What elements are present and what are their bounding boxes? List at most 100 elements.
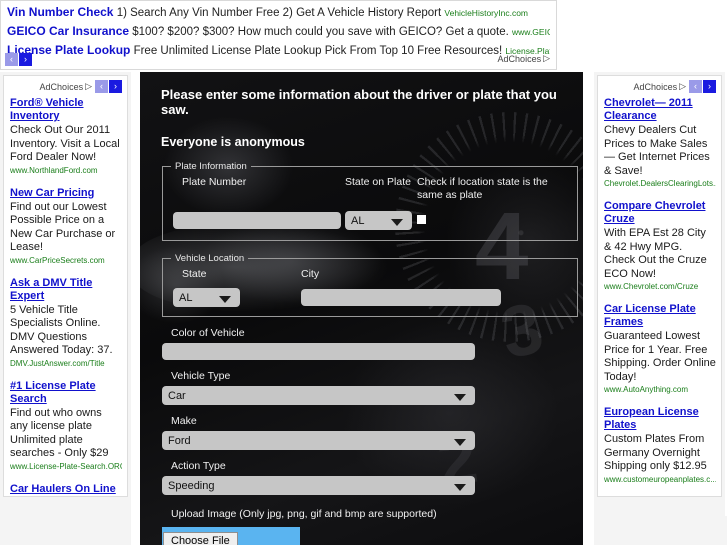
location-state-label: State [182,268,207,280]
chevron-right-icon[interactable]: › [19,53,32,66]
sidebar-ad-item[interactable]: European License Plates Custom Plates Fr… [604,406,716,485]
sidebar-ad-title[interactable]: New Car Pricing [10,187,122,200]
vehicle-location-legend: Vehicle Location [175,253,245,264]
sidebar-ad-description: Ship your vehicle all over the US Save U… [10,497,122,498]
sidebar-ad-description: Find out our Lowest Possible Price on a … [10,200,116,254]
chevron-right-icon[interactable]: › [109,80,122,93]
top-ad-url[interactable]: www.GEICO.com [512,27,550,37]
vehicle-type-value: Car [168,389,186,402]
ad-carousel-nav: ‹ › [689,80,716,93]
sidebar-ad-url[interactable]: www.NorthlandFord.com [10,165,122,176]
adchoices-icon: ▷ [543,53,550,63]
sidebar-ad-title[interactable]: Chevrolet— 2011 Clearance [604,97,716,123]
sidebar-ad-url[interactable]: www.CarPriceSecrets.com [10,255,122,266]
form-content: Please enter some information about the … [140,87,583,545]
sidebar-ad-item[interactable]: New Car Pricing Find out our Lowest Poss… [10,187,122,266]
right-sidebar-footer-strip [594,516,727,545]
adchoices-icon: ▷ [679,81,686,91]
sidebar-ad-url[interactable]: www.customeuropeanplates.c... [604,474,716,485]
upload-image-label: Upload Image (Only jpg, png, gif and bmp… [171,508,437,520]
file-input-row[interactable]: Choose File [162,527,300,545]
choose-file-button[interactable]: Choose File [163,531,238,545]
top-ad-controls: ‹ › AdChoices ▷ [1,53,556,67]
sidebar-ad-item[interactable]: Compare Chevrolet Cruze With EPA Est 28 … [604,200,716,292]
top-ad-banner: Vin Number Check 1) Search Any Vin Numbe… [0,0,557,70]
chevron-left-icon[interactable]: ‹ [5,53,18,66]
sidebar-ad-title[interactable]: Car Haulers On Line [10,483,122,496]
state-on-plate-select[interactable]: AL [345,211,412,230]
sidebar-ad-url[interactable]: www.AutoAnything.com [604,384,716,395]
sidebar-ad-title[interactable]: Compare Chevrolet Cruze [604,200,716,226]
adchoices-link[interactable]: AdChoices ▷ [634,81,686,92]
plate-information-legend: Plate Information [175,161,247,172]
location-state-select[interactable]: AL [173,288,240,307]
vehicle-type-label: Vehicle Type [171,370,231,382]
top-ad-item[interactable]: GEICO Car Insurance $100? $200? $300? Ho… [7,24,550,40]
sidebar-ad-url[interactable]: www.License-Plate-Search.ORG [10,461,122,472]
chevron-down-icon [454,393,466,401]
sidebar-ad-item[interactable]: Chevrolet— 2011 Clearance Chevy Dealers … [604,97,716,189]
action-type-value: Speeding [168,479,215,492]
sidebar-ad-description: Guaranteed Lowest Price for 1 Year. Free… [604,330,716,383]
top-ad-title[interactable]: GEICO Car Insurance [7,24,129,38]
adchoices-label: AdChoices [39,81,84,92]
adchoices-link[interactable]: AdChoices ▷ [40,81,92,92]
left-ad-list: AdChoices ▷ ‹ › Ford® Vehicle Inventory … [3,75,128,497]
location-city-label: City [301,268,320,280]
sidebar-ad-title[interactable]: Sell Your Car Fast & Easy [604,496,716,497]
sidebar-ad-item[interactable]: Ford® Vehicle Inventory Check Out Our 20… [10,97,122,176]
top-ad-url[interactable]: VehicleHistoryInc.com [444,8,528,18]
sidebar-ad-description: With EPA Est 28 City & 42 Hwy MPG. Check… [604,227,707,280]
sidebar-ad-title[interactable]: European License Plates [604,406,716,432]
chevron-right-icon[interactable]: › [703,80,716,93]
right-ad-sidebar: AdChoices ▷ ‹ › Chevrolet— 2011 Clearanc… [594,72,725,545]
adchoices-label: AdChoices [497,53,542,64]
plate-information-fieldset: Plate Information Plate Number State on … [162,161,578,241]
sidebar-ad-item[interactable]: Car License Plate Frames Guaranteed Lowe… [604,303,716,395]
form-subheadline: Everyone is anonymous [161,135,305,149]
sidebar-ad-item[interactable]: Ask a DMV Title Expert 5 Vehicle Title S… [10,277,122,369]
report-form-panel: 4 3 2 Please enter some information abou… [140,72,583,545]
form-headline: Please enter some information about the … [161,87,557,117]
plate-number-input[interactable] [173,212,341,229]
chevron-down-icon [454,483,466,491]
location-city-input[interactable] [301,289,501,306]
sidebar-ad-title[interactable]: #1 License Plate Search [10,380,122,406]
action-type-field: Action Type Speeding [162,460,583,495]
state-on-plate-value: AL [351,214,365,227]
sidebar-ad-item[interactable]: Sell Your Car Fast & Easy Get A Free, No… [604,496,716,497]
sidebar-ad-item[interactable]: #1 License Plate Search Find out who own… [10,380,122,472]
state-on-plate-label: State on Plate [345,176,411,188]
chevron-left-icon[interactable]: ‹ [689,80,702,93]
ad-carousel-nav: ‹ › [95,80,122,93]
plate-number-label: Plate Number [182,176,247,188]
adchoices-icon: ▷ [85,81,92,91]
sidebar-ad-description: Find out who owns any license plate Unli… [10,406,109,460]
adchoices-link[interactable]: AdChoices ▷ [498,53,550,64]
right-ad-list: AdChoices ▷ ‹ › Chevrolet— 2011 Clearanc… [597,75,722,497]
make-select[interactable]: Ford [162,431,475,450]
upload-image-field: Upload Image (Only jpg, png, gif and bmp… [162,508,583,545]
top-ad-title[interactable]: Vin Number Check [7,5,113,19]
sidebar-ad-url[interactable]: Chevrolet.DealersClearingLots... [604,178,716,189]
location-state-value: AL [179,291,193,304]
chevron-left-icon[interactable]: ‹ [95,80,108,93]
same-state-checkbox[interactable] [417,215,426,224]
make-label: Make [171,415,197,427]
action-type-select[interactable]: Speeding [162,476,475,495]
sidebar-ad-title[interactable]: Ask a DMV Title Expert [10,277,122,303]
adchoices-label: AdChoices [633,81,678,92]
sidebar-ad-title[interactable]: Car License Plate Frames [604,303,716,329]
sidebar-ad-url[interactable]: www.Chevrolet.com/Cruze [604,281,716,292]
left-ad-sidebar: AdChoices ▷ ‹ › Ford® Vehicle Inventory … [0,72,131,545]
sidebar-ad-url[interactable]: DMV.JustAnswer.com/Title [10,358,122,369]
top-ad-item[interactable]: Vin Number Check 1) Search Any Vin Numbe… [7,5,550,21]
color-of-vehicle-input[interactable] [162,343,475,360]
top-ad-description: 1) Search Any Vin Number Free 2) Get A V… [116,7,442,19]
sidebar-ad-item[interactable]: Car Haulers On Line Ship your vehicle al… [10,483,122,498]
sidebar-ad-description: Check Out Our 2011 Inventory. Visit a Lo… [10,124,120,163]
sidebar-ad-title[interactable]: Ford® Vehicle Inventory [10,97,122,123]
vehicle-type-select[interactable]: Car [162,386,475,405]
color-of-vehicle-field: Color of Vehicle [162,327,583,360]
right-ad-header: AdChoices ▷ ‹ › [604,80,716,94]
